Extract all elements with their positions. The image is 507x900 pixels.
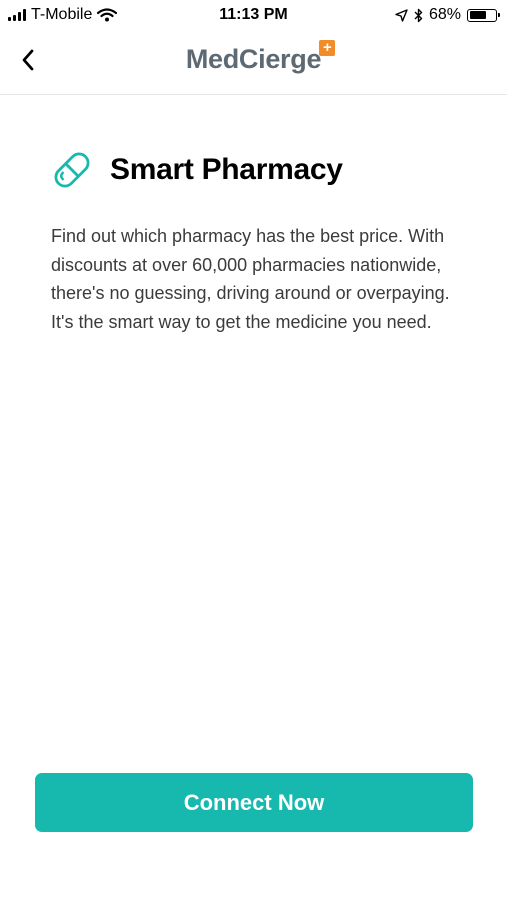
- feature-title: Smart Pharmacy: [110, 153, 343, 186]
- nav-bar: MedCierge +: [0, 32, 507, 95]
- pill-icon: [54, 152, 90, 188]
- app-logo: MedCierge +: [0, 40, 507, 75]
- battery-fill: [469, 11, 486, 19]
- logo-plus-badge: +: [319, 40, 336, 56]
- status-bar: T-Mobile 11:13 PM 68%: [0, 0, 507, 32]
- bluetooth-icon: [414, 8, 423, 22]
- battery-icon: [467, 8, 500, 22]
- battery-cap: [498, 13, 500, 17]
- battery-percent: 68%: [428, 6, 461, 23]
- status-right: 68%: [395, 6, 500, 24]
- location-arrow-icon: [395, 8, 408, 22]
- connect-now-button[interactable]: Connect Now: [35, 773, 473, 832]
- feature-description: Find out which pharmacy has the best pri…: [51, 226, 450, 332]
- logo-text: MedCierge: [185, 44, 322, 74]
- feature-header: Smart Pharmacy: [50, 148, 343, 192]
